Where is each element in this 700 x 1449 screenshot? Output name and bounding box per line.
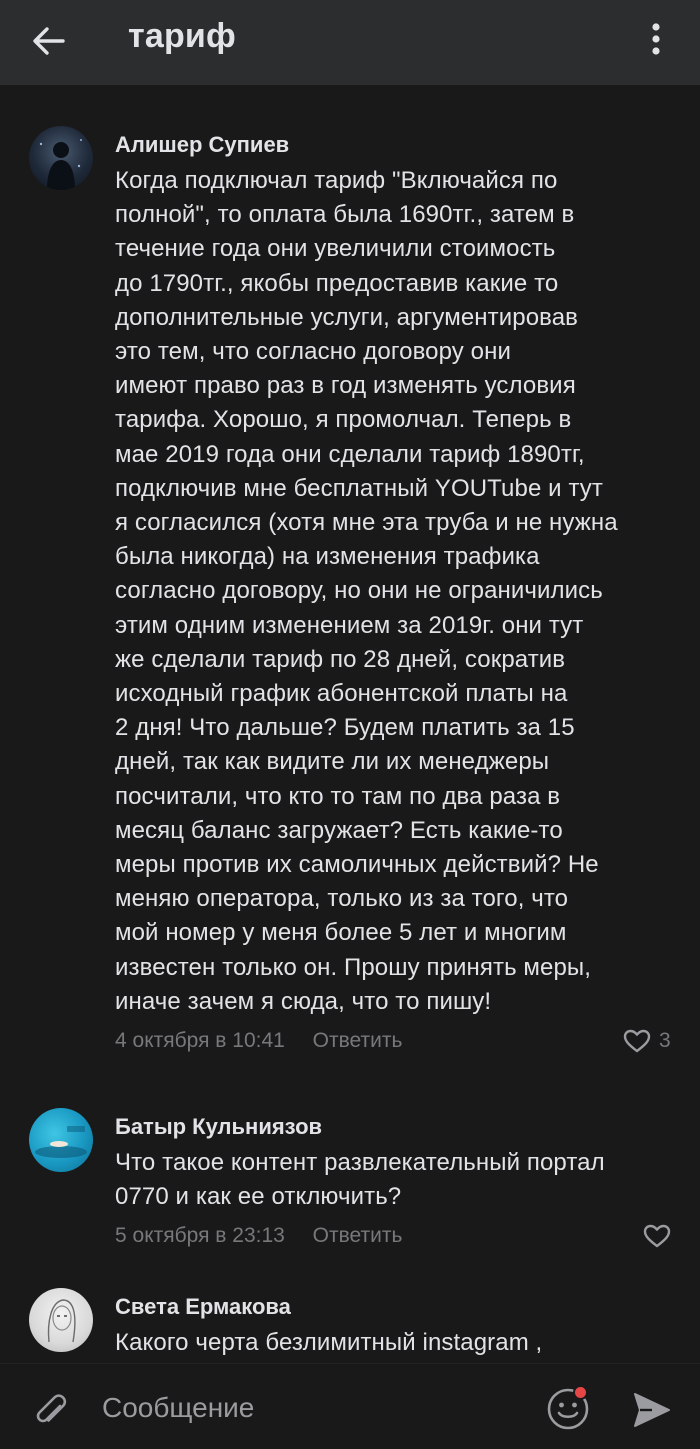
comment-meta: 4 октября в 10:41 Ответить 3 bbox=[115, 1021, 685, 1061]
arrow-left-icon bbox=[33, 27, 65, 55]
paperclip-icon bbox=[36, 1394, 67, 1423]
avatar[interactable] bbox=[29, 126, 93, 190]
comment-body: Батыр Кульниязов Что такое контент развл… bbox=[115, 1112, 685, 1256]
comment-author[interactable]: Света Ермакова bbox=[115, 1292, 685, 1322]
comment-author[interactable]: Алишер Супиев bbox=[115, 130, 685, 160]
comment-date: 4 октября в 10:41 bbox=[115, 1029, 285, 1053]
avatar[interactable] bbox=[29, 1108, 93, 1172]
avatar[interactable] bbox=[29, 1288, 93, 1352]
reply-button[interactable]: Ответить bbox=[313, 1029, 403, 1052]
comment-body: Света Ермакова Какого черта безлимитный … bbox=[115, 1292, 685, 1360]
person-silhouette-icon bbox=[39, 139, 82, 190]
more-vertical-icon bbox=[652, 23, 660, 55]
message-composer bbox=[0, 1363, 700, 1449]
attach-button[interactable] bbox=[24, 1384, 76, 1436]
emoji-button[interactable] bbox=[540, 1382, 596, 1438]
pool-photo-icon bbox=[35, 1126, 87, 1158]
heart-icon bbox=[643, 1225, 671, 1248]
send-icon bbox=[634, 1393, 670, 1427]
heart-icon bbox=[623, 1029, 651, 1053]
comment-body: Алишер Супиев Когда подключал тариф "Вкл… bbox=[115, 130, 685, 1061]
comments-screen: тариф Алишер Супиев Когда подключал тари… bbox=[0, 0, 700, 1449]
comment-text: Что такое контент развлекательный портал… bbox=[115, 1149, 605, 1211]
reply-button[interactable]: Ответить bbox=[313, 1224, 403, 1247]
comment-text: Когда подключал тариф "Включайся по полн… bbox=[115, 167, 618, 1015]
notification-dot bbox=[573, 1385, 588, 1400]
top-bar: тариф bbox=[0, 0, 700, 85]
like-count: 3 bbox=[659, 1029, 671, 1053]
comment-author[interactable]: Батыр Кульниязов bbox=[115, 1112, 685, 1142]
portrait-sketch-icon bbox=[47, 1299, 76, 1343]
back-button[interactable] bbox=[22, 14, 78, 70]
comment-date: 5 октября в 23:13 bbox=[115, 1224, 285, 1248]
page-title: тариф bbox=[128, 17, 236, 55]
comment-meta: 5 октября в 23:13 Ответить bbox=[115, 1216, 685, 1256]
send-button[interactable] bbox=[624, 1382, 680, 1438]
message-input[interactable] bbox=[90, 1384, 520, 1432]
comment-text: Какого черта безлимитный instagram , bbox=[115, 1329, 543, 1356]
more-options-button[interactable] bbox=[636, 14, 676, 70]
